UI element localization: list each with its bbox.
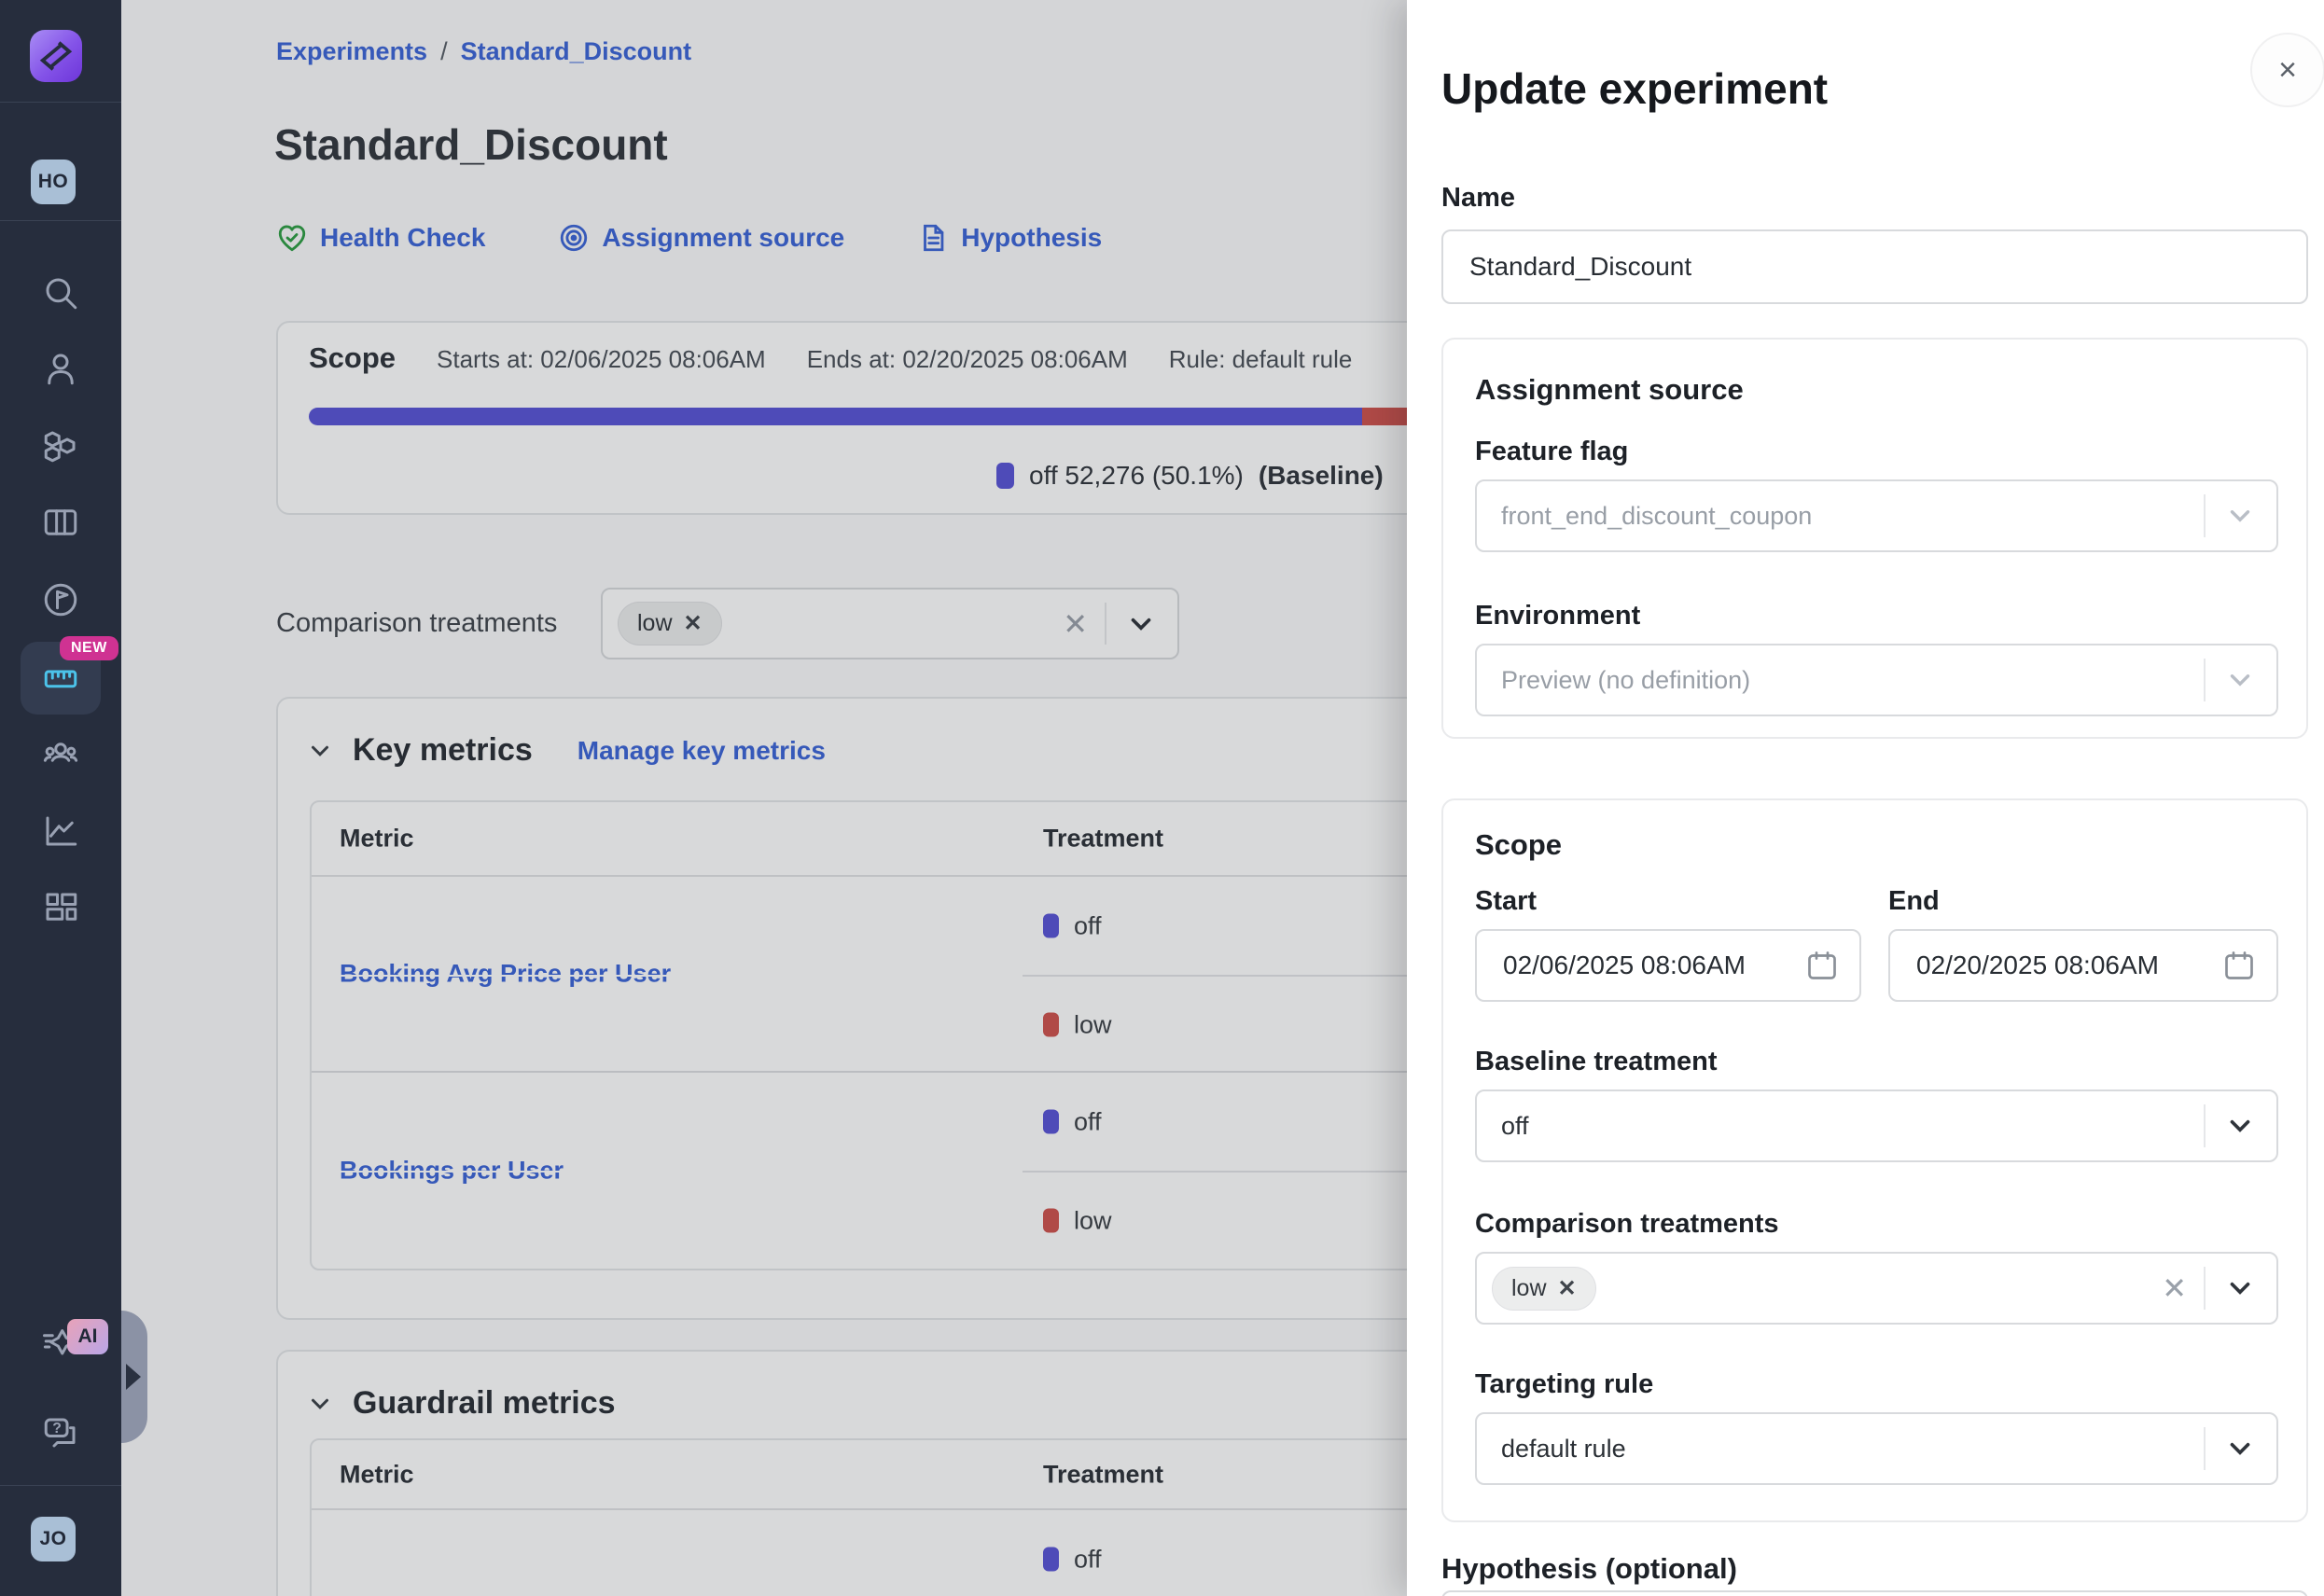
name-label: Name	[1441, 183, 1515, 214]
chevron-down-icon[interactable]	[2224, 1110, 2256, 1142]
search-icon	[41, 273, 80, 312]
chevron-down-icon[interactable]	[2224, 1433, 2256, 1464]
select-divider	[2204, 1427, 2206, 1470]
feature-flag-select[interactable]: front_end_discount_coupon	[1475, 479, 2278, 552]
comparison-treatments-select[interactable]: low ✕ ✕	[1475, 1252, 2278, 1325]
project-switcher[interactable]: HO	[31, 160, 76, 204]
scope-card: Scope Start End 02/06/2025 08:06AM 02/20…	[1441, 798, 2308, 1522]
end-label: End	[1888, 886, 1940, 917]
sidebar-divider	[0, 102, 121, 103]
update-experiment-panel: × Update experiment Name Standard_Discou…	[1407, 0, 2324, 1596]
start-date-input[interactable]: 02/06/2025 08:06AM	[1475, 929, 1861, 1002]
environment-value: Preview (no definition)	[1501, 666, 1750, 695]
environment-select[interactable]: Preview (no definition)	[1475, 644, 2278, 716]
select-divider	[2204, 494, 2206, 537]
hypothesis-optional-label: Hypothesis (optional)	[1441, 1552, 1737, 1586]
svg-text:?: ?	[52, 1421, 62, 1436]
hexagons-icon	[41, 426, 80, 465]
new-badge: NEW	[60, 636, 118, 660]
sidebar: HO NEW AI	[0, 0, 121, 1596]
user-icon	[41, 349, 80, 388]
sidebar-item-help[interactable]: ?	[0, 1409, 121, 1457]
start-date-value: 02/06/2025 08:06AM	[1503, 951, 1746, 980]
clear-icon[interactable]: ✕	[2162, 1270, 2187, 1306]
ai-badge: AI	[67, 1319, 108, 1354]
sidebar-item-dashboards[interactable]	[0, 883, 121, 932]
name-input[interactable]: Standard_Discount	[1441, 229, 2308, 304]
select-divider	[2204, 1104, 2206, 1147]
sidebar-item-segments[interactable]	[0, 422, 121, 470]
end-date-value: 02/20/2025 08:06AM	[1916, 951, 2159, 980]
treatment-chip-low[interactable]: low ✕	[1492, 1267, 1596, 1311]
feature-flag-label: Feature flag	[1475, 437, 1628, 467]
grid-icon	[41, 888, 80, 927]
panel-title: Update experiment	[1441, 63, 1828, 114]
people-icon	[41, 736, 80, 775]
sidebar-item-flags[interactable]	[0, 576, 121, 624]
select-divider	[2204, 1267, 2206, 1310]
environment-label: Environment	[1475, 601, 1640, 631]
baseline-treatment-value: off	[1501, 1112, 1529, 1141]
assignment-source-card: Assignment source Feature flag front_end…	[1441, 338, 2308, 739]
hypothesis-textarea[interactable]	[1441, 1590, 2308, 1596]
close-button[interactable]: ×	[2250, 33, 2324, 107]
end-date-input[interactable]: 02/20/2025 08:06AM	[1888, 929, 2278, 1002]
calendar-icon[interactable]	[2222, 948, 2256, 983]
name-value: Standard_Discount	[1469, 252, 1691, 282]
app-root: HO NEW AI	[0, 0, 2324, 1596]
calendar-icon[interactable]	[1805, 948, 1839, 983]
sidebar-item-search[interactable]	[0, 269, 121, 317]
columns-icon	[41, 503, 80, 542]
sidebar-item-columns[interactable]	[0, 498, 121, 547]
user-avatar[interactable]: JO	[31, 1517, 76, 1561]
targeting-rule-label: Targeting rule	[1475, 1369, 1653, 1400]
flag-circle-icon	[41, 580, 80, 619]
feature-flag-value: front_end_discount_coupon	[1501, 502, 1812, 531]
comparison-treatments-label: Comparison treatments	[1475, 1209, 1779, 1240]
line-chart-icon	[41, 812, 80, 851]
scope-title: Scope	[1475, 828, 1562, 862]
sidebar-item-metrics[interactable]	[0, 807, 121, 855]
chevron-down-icon[interactable]	[2224, 664, 2256, 696]
help-chat-icon: ?	[41, 1413, 80, 1452]
logo-icon	[38, 38, 74, 74]
select-divider	[2204, 659, 2206, 701]
sidebar-divider	[0, 1485, 121, 1486]
chevron-down-icon[interactable]	[2224, 500, 2256, 532]
sidebar-divider	[0, 220, 121, 221]
ruler-icon	[41, 659, 80, 698]
app-logo[interactable]	[30, 30, 82, 82]
baseline-treatment-select[interactable]: off	[1475, 1089, 2278, 1162]
targeting-rule-select[interactable]: default rule	[1475, 1412, 2278, 1485]
chip-label: low	[1511, 1275, 1547, 1302]
chip-remove-icon[interactable]: ✕	[1558, 1275, 1577, 1302]
chevron-down-icon[interactable]	[2224, 1272, 2256, 1304]
sidebar-expand-handle[interactable]	[121, 1311, 147, 1443]
sidebar-item-audiences[interactable]	[0, 731, 121, 780]
baseline-treatment-label: Baseline treatment	[1475, 1047, 1718, 1077]
chevron-right-icon	[126, 1364, 141, 1390]
targeting-rule-value: default rule	[1501, 1435, 1626, 1464]
start-label: Start	[1475, 886, 1537, 917]
assignment-source-title: Assignment source	[1475, 373, 1744, 407]
sidebar-item-users[interactable]	[0, 344, 121, 393]
